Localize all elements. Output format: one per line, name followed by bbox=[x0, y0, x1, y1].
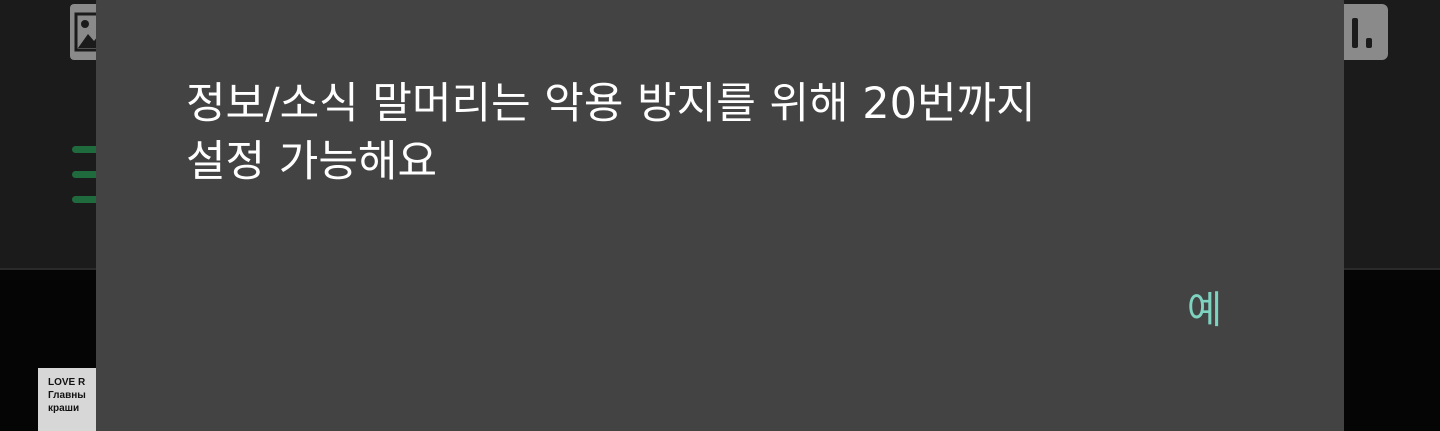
screen: LOVE R Главны краши 정보/소식 말머리는 악용 방지를 위해… bbox=[0, 0, 1440, 431]
confirm-button[interactable]: 예 bbox=[1136, 280, 1226, 340]
dialog-message: 정보/소식 말머리는 악용 방지를 위해 20번까지 설정 가능해요 bbox=[186, 79, 1036, 187]
alert-dialog: 정보/소식 말머리는 악용 방지를 위해 20번까지 설정 가능해요 예 bbox=[96, 0, 1344, 431]
